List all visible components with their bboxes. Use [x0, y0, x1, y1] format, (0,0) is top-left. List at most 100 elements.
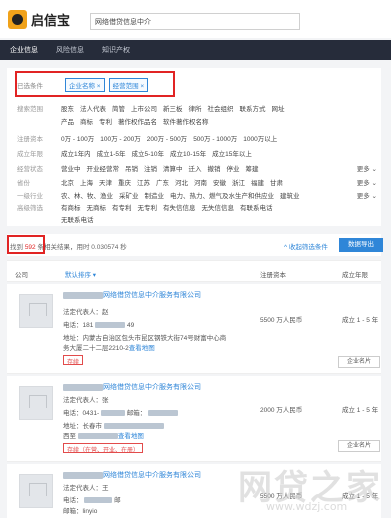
address-line-2: 务大厦二十二层2210-2查看地图: [63, 345, 155, 352]
tab-risk-info[interactable]: 风险信息: [56, 45, 84, 55]
nav-tabs: 企业信息 风险信息 知识产权: [0, 40, 391, 60]
filter-option[interactable]: 营业中: [61, 163, 81, 173]
filter-option[interactable]: 北京: [61, 177, 74, 187]
filter-option[interactable]: 成立1年内: [61, 148, 91, 158]
filter-option[interactable]: 简管: [112, 103, 125, 113]
chevron-down-icon[interactable]: 更多 ⌄: [357, 163, 377, 173]
chevron-down-icon[interactable]: 更多 ⌄: [357, 177, 377, 187]
filter-row-status: 经营状态 营业中 开业经营常 吊销 注销 清算中 迁入 撤销 停业 筹建 更多 ⌄: [7, 162, 381, 174]
filter-row-search-scope: 搜索范围 股东 法人代表 简管 上市公司 新三板 律所 社会组织 联系方式 网址: [7, 102, 381, 114]
filter-option[interactable]: 著作权作品名: [118, 116, 157, 126]
filter-option[interactable]: 甘肃: [270, 177, 283, 187]
filter-label: 省份: [17, 180, 30, 187]
company-card-button[interactable]: 企业名片: [338, 356, 380, 368]
filter-option[interactable]: 有联系电话: [240, 202, 273, 212]
phone: 电话：181 49: [63, 322, 135, 329]
filter-option[interactable]: 专利: [99, 116, 112, 126]
filter-option[interactable]: 股东: [61, 103, 74, 113]
filter-option[interactable]: 重庆: [118, 177, 131, 187]
filter-option[interactable]: 成立10-15年: [170, 148, 206, 158]
filter-option[interactable]: 成立15年以上: [212, 148, 252, 158]
filter-option[interactable]: 有商标: [61, 202, 81, 212]
filter-option[interactable]: 建筑业: [280, 190, 300, 200]
filter-option[interactable]: 软件著作权名称: [163, 116, 209, 126]
company-card-button[interactable]: 企业名片: [338, 440, 380, 452]
filter-option[interactable]: 制造业: [145, 190, 165, 200]
filter-option[interactable]: 联系方式: [240, 103, 266, 113]
col-capital: 注册资本: [260, 272, 286, 279]
chevron-down-icon[interactable]: 更多 ⌄: [357, 190, 377, 200]
export-button[interactable]: 数据导出: [339, 238, 383, 252]
legal-rep: 法定代表人：赵: [63, 309, 109, 316]
address: 地址：内蒙古自治区包头市昆区钢铁大街74号财富中心商: [63, 335, 227, 342]
filter-option[interactable]: 清算中: [163, 163, 183, 173]
filter-option[interactable]: 上市公司: [131, 103, 157, 113]
filter-option[interactable]: 注销: [144, 163, 157, 173]
filter-option[interactable]: 100万 - 200万: [100, 133, 140, 143]
filter-option[interactable]: 无商标: [87, 202, 107, 212]
tab-company-info[interactable]: 企业信息: [10, 45, 38, 55]
filter-row-search-scope-2: 产品 商标 专利 著作权作品名 软件著作权名称: [7, 115, 381, 127]
filter-option[interactable]: 农、林、牧、渔业: [61, 190, 113, 200]
top-header: 启信宝 网络借贷信息中介: [0, 0, 391, 38]
legal-rep: 法定代表人：王: [63, 485, 109, 492]
filter-option[interactable]: 新三板: [163, 103, 183, 113]
filter-option[interactable]: 采矿业: [119, 190, 139, 200]
filter-option[interactable]: 撤销: [208, 163, 221, 173]
filter-label: 搜索范围: [17, 106, 43, 113]
view-map-link[interactable]: 查看地图: [118, 433, 144, 440]
filter-option[interactable]: 电力、热力、燃气及水生产和供应业: [170, 190, 274, 200]
logo-text: 启信宝: [31, 12, 71, 28]
filter-option[interactable]: 法人代表: [80, 103, 106, 113]
col-years: 成立年限: [342, 272, 368, 279]
filter-label: 经营状态: [17, 166, 43, 173]
collapse-filters-link[interactable]: ^ 收起筛选条件: [284, 241, 328, 251]
logo[interactable]: 启信宝: [8, 9, 70, 29]
filter-option[interactable]: 河北: [175, 177, 188, 187]
filter-option[interactable]: 上海: [80, 177, 93, 187]
company-logo: [19, 474, 53, 508]
filter-option[interactable]: 有失信信息: [163, 202, 196, 212]
filter-option[interactable]: 天津: [99, 177, 112, 187]
filter-option[interactable]: 社会组织: [208, 103, 234, 113]
filter-option[interactable]: 江苏: [137, 177, 150, 187]
search-input[interactable]: 网络借贷信息中介: [90, 13, 300, 30]
company-name-link[interactable]: 网络借贷信息中介服务有限公司: [63, 382, 201, 392]
filter-option[interactable]: 开业经营常: [87, 163, 120, 173]
filter-option[interactable]: 安徽: [213, 177, 226, 187]
filter-option[interactable]: 迁入: [189, 163, 202, 173]
filter-option[interactable]: 律所: [189, 103, 202, 113]
filter-option[interactable]: 1000万以上: [243, 133, 277, 143]
filter-option[interactable]: 商标: [80, 116, 93, 126]
filter-row-industry: 一级行业 农、林、牧、渔业 采矿业 制造业 电力、热力、燃气及水生产和供应业 建筑业 更…: [7, 189, 381, 201]
filter-option[interactable]: 网址: [272, 103, 285, 113]
filter-option[interactable]: 产品: [61, 116, 74, 126]
status-badge: 存续: [63, 355, 84, 366]
filter-option[interactable]: 200万 - 500万: [147, 133, 187, 143]
sort-dropdown[interactable]: 默认排序 ▾: [65, 269, 96, 279]
filter-option[interactable]: 福建: [251, 177, 264, 187]
phone: 电话： 邮: [63, 497, 121, 504]
filter-option[interactable]: 500万 - 1000万: [193, 133, 237, 143]
filter-option[interactable]: 无联系电话: [61, 214, 94, 224]
filter-option[interactable]: 成立5-10年: [132, 148, 165, 158]
filter-option[interactable]: 停业: [227, 163, 240, 173]
filter-option[interactable]: 0万 - 100万: [61, 133, 94, 143]
filter-option[interactable]: 筹建: [246, 163, 259, 173]
result-bar: 找到 592 条相关结果，用时 0.030574 秒 ^ 收起筛选条件 数据导出: [7, 234, 383, 256]
filter-label: 成立年限: [17, 151, 43, 158]
filter-option[interactable]: 吊销: [125, 163, 138, 173]
company-name-link[interactable]: 网络借贷信息中介服务有限公司: [63, 290, 201, 300]
filter-option[interactable]: 广东: [156, 177, 169, 187]
filter-option[interactable]: 无失信信息: [202, 202, 235, 212]
filter-option[interactable]: 无专利: [138, 202, 158, 212]
view-map-link[interactable]: 查看地图: [129, 345, 155, 352]
filter-option[interactable]: 河南: [194, 177, 207, 187]
tab-ip[interactable]: 知识产权: [102, 45, 130, 55]
company-name-link[interactable]: 网络借贷信息中介服务有限公司: [63, 470, 201, 480]
filter-option[interactable]: 成立1-5年: [97, 148, 126, 158]
highlight-box: [7, 235, 45, 254]
filter-option[interactable]: 浙江: [232, 177, 245, 187]
filter-option[interactable]: 有专利: [112, 202, 132, 212]
company-logo: [19, 294, 53, 328]
